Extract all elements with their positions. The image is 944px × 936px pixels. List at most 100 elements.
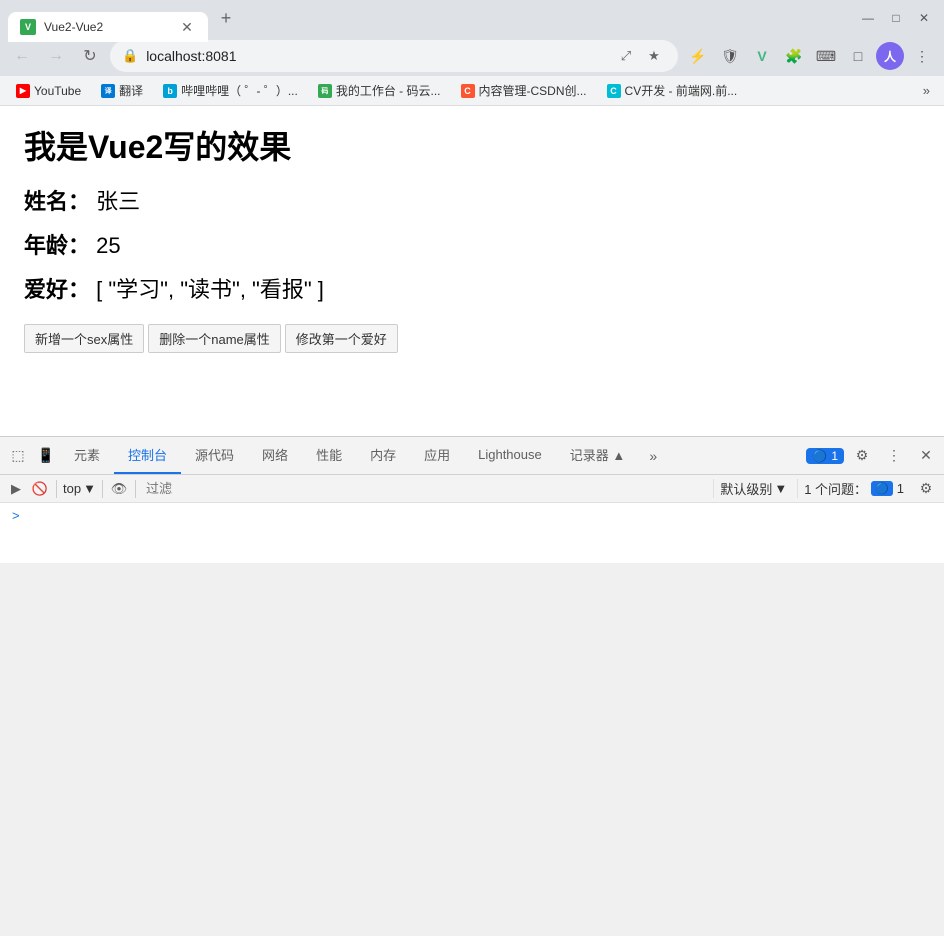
csdn-favicon: C (461, 84, 475, 98)
toolbar-divider-3 (135, 480, 136, 498)
bookmark-cv-label: CV开发 - 前端网.前... (625, 82, 738, 99)
close-window-button[interactable]: ✕ (912, 6, 936, 30)
log-level-dropdown-icon: ▼ (774, 481, 787, 496)
context-label: top (63, 481, 81, 496)
block-icon[interactable]: 🚫 (30, 479, 50, 499)
forward-button[interactable]: → (42, 42, 70, 70)
console-area: > (0, 503, 944, 563)
context-dropdown-icon: ▼ (83, 481, 96, 496)
gitee-favicon: 码 (318, 84, 332, 98)
browser-chrome: V Vue2-Vue2 ✕ + — □ ✕ ← → ↻ 🔒 localhost:… (0, 0, 944, 106)
tab-recorder[interactable]: 记录器 ▲ (556, 437, 639, 474)
address-bar: ← → ↻ 🔒 localhost:8081 ⤢ ★ ⚡ 🛡 V 🧩 ⌨ □ 人… (0, 36, 944, 76)
message-badge[interactable]: 🔵 1 (806, 448, 844, 464)
tab-network[interactable]: 网络 (248, 437, 302, 474)
puzzle-icon[interactable]: 🧩 (780, 42, 808, 70)
devtools-panel: ⬚ 📱 元素 控制台 源代码 网络 性能 内存 应用 Lighthouse 记录… (0, 436, 944, 563)
delete-name-button[interactable]: 删除一个name属性 (148, 324, 281, 353)
toolbar-right: ⚡ 🛡 V 🧩 ⌨ □ 人 ⋮ (684, 42, 936, 70)
console-toolbar: ▶ 🚫 top ▼ 👁 默认级别 ▼ 1 个问题： 🔵 1 ⚙ (0, 475, 944, 503)
reload-button[interactable]: ↻ (76, 42, 104, 70)
tab-close-button[interactable]: ✕ (178, 18, 196, 36)
devtools-settings-icon[interactable]: ⚙ (848, 442, 876, 470)
tab-lighthouse[interactable]: Lighthouse (464, 437, 556, 474)
issues-icon: 🔵 (871, 481, 893, 496)
hobby-field: 爱好： [ "学习", "读书", "看报" ] (24, 272, 920, 304)
lock-icon: 🔒 (122, 48, 138, 64)
tab-sources[interactable]: 源代码 (181, 437, 248, 474)
bookmark-translate[interactable]: 译 翻译 (93, 80, 151, 101)
log-level-selector[interactable]: 默认级别 ▼ (713, 479, 793, 498)
maximize-button[interactable]: □ (884, 6, 908, 30)
console-prompt[interactable]: > (8, 506, 24, 525)
active-tab[interactable]: V Vue2-Vue2 ✕ (8, 12, 208, 42)
devtools-close-icon[interactable]: ✕ (912, 442, 940, 470)
modify-hobby-button[interactable]: 修改第一个爱好 (285, 324, 398, 353)
add-sex-button[interactable]: 新增一个sex属性 (24, 324, 144, 353)
devtools-tabs-bar: ⬚ 📱 元素 控制台 源代码 网络 性能 内存 应用 Lighthouse 记录… (0, 437, 944, 475)
issues-counter[interactable]: 1 个问题： 🔵 1 (797, 479, 910, 498)
bookmarks-bar: ▶ YouTube 译 翻译 b 哔哩哔哩（ ゜- ゜）... 码 我的工作台 … (0, 76, 944, 106)
keyboard-icon[interactable]: ⌨ (812, 42, 840, 70)
badge-count: 1 (831, 449, 838, 463)
bookmark-bilibili[interactable]: b 哔哩哔哩（ ゜- ゜）... (155, 80, 306, 101)
title-bar: V Vue2-Vue2 ✕ + — □ ✕ (0, 0, 944, 36)
shield-icon[interactable]: 🛡 (716, 42, 744, 70)
page-title: 我是Vue2写的效果 (24, 122, 920, 168)
filter-input[interactable] (142, 481, 709, 496)
new-tab-button[interactable]: + (212, 4, 240, 32)
share-icon[interactable]: ⤢ (614, 44, 638, 68)
more-options-icon[interactable]: ⋮ (908, 42, 936, 70)
name-value: 张三 (96, 189, 140, 214)
age-label: 年龄： (24, 233, 90, 258)
vue-devtools-icon[interactable]: V (748, 42, 776, 70)
page-content: 我是Vue2写的效果 姓名： 张三 年龄： 25 爱好： [ "学习", "读书… (0, 106, 944, 436)
badge-icon: 🔵 (812, 449, 827, 463)
device-toolbar-icon[interactable]: 📱 (32, 442, 60, 470)
bookmark-bilibili-label: 哔哩哔哩（ ゜- ゜）... (181, 82, 298, 99)
hobby-value: [ "学习", "读书", "看报" ] (96, 277, 324, 302)
page-buttons: 新增一个sex属性 删除一个name属性 修改第一个爱好 (24, 324, 920, 353)
devtools-more-icon[interactable]: ⋮ (880, 442, 908, 470)
name-field: 姓名： 张三 (24, 184, 920, 216)
bookmark-youtube[interactable]: ▶ YouTube (8, 82, 89, 100)
tab-elements[interactable]: 元素 (60, 437, 114, 474)
youtube-favicon: ▶ (16, 84, 30, 98)
age-field: 年龄： 25 (24, 228, 920, 260)
bookmark-star-icon[interactable]: ★ (642, 44, 666, 68)
bookmark-cv[interactable]: C CV开发 - 前端网.前... (599, 80, 746, 101)
log-level-label: 默认级别 (720, 479, 772, 498)
eye-filter-icon[interactable]: 👁 (109, 479, 129, 499)
more-bookmarks-button[interactable]: » (917, 81, 936, 100)
url-text: localhost:8081 (146, 48, 606, 64)
issues-count: 1 (897, 481, 904, 496)
run-script-icon[interactable]: ▶ (6, 479, 26, 499)
window-controls: — □ ✕ (856, 6, 936, 30)
translate-favicon: 译 (101, 84, 115, 98)
context-selector[interactable]: top ▼ (63, 481, 96, 496)
tab-title: Vue2-Vue2 (44, 20, 170, 34)
devtools-right-controls: 🔵 1 ⚙ ⋮ ✕ (806, 442, 940, 470)
age-value: 25 (96, 233, 120, 258)
window-icon[interactable]: □ (844, 42, 872, 70)
inspect-element-icon[interactable]: ⬚ (4, 442, 32, 470)
tab-performance[interactable]: 性能 (302, 437, 356, 474)
tab-console[interactable]: 控制台 (114, 437, 181, 474)
url-actions: ⤢ ★ (614, 44, 666, 68)
tab-memory[interactable]: 内存 (356, 437, 410, 474)
back-button[interactable]: ← (8, 42, 36, 70)
tab-area: V Vue2-Vue2 ✕ + (8, 0, 852, 36)
minimize-button[interactable]: — (856, 6, 880, 30)
bookmark-csdn-label: 内容管理-CSDN创... (479, 82, 587, 99)
console-settings-icon[interactable]: ⚙ (914, 477, 938, 501)
bookmark-youtube-label: YouTube (34, 84, 81, 98)
more-tabs-button[interactable]: » (639, 442, 667, 470)
tab-application[interactable]: 应用 (410, 437, 464, 474)
bookmark-csdn[interactable]: C 内容管理-CSDN创... (453, 80, 595, 101)
hobby-label: 爱好： (24, 277, 90, 302)
profile-button[interactable]: 人 (876, 42, 904, 70)
extensions-icon[interactable]: ⚡ (684, 42, 712, 70)
toolbar-divider-2 (102, 480, 103, 498)
bookmark-gitee[interactable]: 码 我的工作台 - 码云... (310, 80, 449, 101)
url-bar[interactable]: 🔒 localhost:8081 ⤢ ★ (110, 40, 678, 72)
